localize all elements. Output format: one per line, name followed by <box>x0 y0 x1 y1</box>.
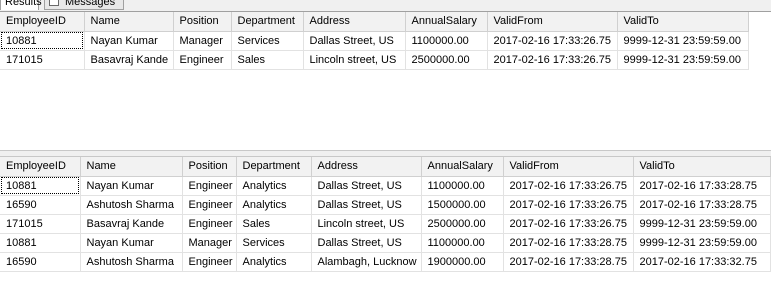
tab-messages[interactable]: Messages <box>44 0 124 10</box>
table-cell[interactable]: Analytics <box>236 195 312 215</box>
table-cell[interactable]: Engineer <box>182 252 237 272</box>
messages-icon <box>49 0 59 6</box>
column-header[interactable]: ValidTo <box>633 157 771 177</box>
table-cell[interactable]: Dallas Street, US <box>311 195 422 215</box>
table-row[interactable]: 171015 Basavraj Kande Engineer Sales Lincoln… <box>0 50 749 70</box>
column-header[interactable]: Name <box>84 12 174 32</box>
table-cell[interactable]: 2017-02-16 17:33:26.75 <box>487 50 618 70</box>
table-cell[interactable]: 2500000.00 <box>421 214 504 234</box>
tab-results-label: Results <box>5 0 42 8</box>
results-grid-2: EmployeeID Name Position Department Address A… <box>0 157 771 272</box>
column-header[interactable]: ValidFrom <box>487 12 618 32</box>
table-row[interactable]: 10881 Nayan Kumar Manager Services Dallas St… <box>0 31 749 51</box>
table-cell[interactable]: 2017-02-16 17:33:26.75 <box>487 31 618 51</box>
column-header[interactable]: Position <box>173 12 232 32</box>
table-cell[interactable]: 9999-12-31 23:59:59.00 <box>617 50 749 70</box>
table-cell[interactable]: 171015 <box>0 50 85 70</box>
table-cell[interactable]: 171015 <box>0 214 81 234</box>
table-cell[interactable]: Analytics <box>236 252 312 272</box>
tab-messages-label: Messages <box>65 0 116 8</box>
table-cell[interactable]: 2017-02-16 17:33:32.75 <box>633 252 771 272</box>
table-cell[interactable]: 1100000.00 <box>405 31 488 51</box>
table-cell[interactable]: Nayan Kumar <box>80 176 183 196</box>
table-cell[interactable]: 1900000.00 <box>421 252 504 272</box>
table-row[interactable]: 10881 Nayan Kumar Manager Services Dallas St… <box>0 233 771 253</box>
table-cell[interactable]: 1100000.00 <box>421 233 504 253</box>
table-cell[interactable]: 10881 <box>0 176 81 196</box>
table-cell[interactable]: Engineer <box>182 195 237 215</box>
table-cell[interactable]: Engineer <box>173 50 232 70</box>
results-grid-1: EmployeeID Name Position Department Address A… <box>0 12 749 70</box>
table-cell[interactable]: 2017-02-16 17:33:26.75 <box>503 195 634 215</box>
column-header[interactable]: EmployeeID <box>0 157 81 177</box>
table-cell[interactable]: Ashutosh Sharma <box>80 252 183 272</box>
table-cell[interactable]: 9999-12-31 23:59:59.00 <box>633 214 771 234</box>
table-cell[interactable]: Analytics <box>236 176 312 196</box>
column-header[interactable]: Position <box>182 157 237 177</box>
column-header[interactable]: Name <box>80 157 183 177</box>
table-cell[interactable]: 2017-02-16 17:33:26.75 <box>503 214 634 234</box>
column-header[interactable]: Department <box>231 12 304 32</box>
results-splitter[interactable] <box>0 150 771 157</box>
table-cell[interactable]: 2017-02-16 17:33:26.75 <box>503 176 634 196</box>
table-cell[interactable]: Basavraj Kande <box>80 214 183 234</box>
table-cell[interactable]: 1500000.00 <box>421 195 504 215</box>
column-header[interactable]: Department <box>236 157 312 177</box>
table-cell[interactable]: 16590 <box>0 252 81 272</box>
table-cell[interactable]: Dallas Street, US <box>303 31 406 51</box>
table-cell[interactable]: 2017-02-16 17:33:28.75 <box>503 233 634 253</box>
grid-2-header: EmployeeID Name Position Department Address A… <box>0 157 771 177</box>
table-cell[interactable]: Services <box>231 31 304 51</box>
table-row[interactable]: 16590 Ashutosh Sharma Engineer Analytics Ala… <box>0 252 771 272</box>
table-cell[interactable]: 16590 <box>0 195 81 215</box>
column-header[interactable]: AnnualSalary <box>405 12 488 32</box>
table-cell[interactable]: 2017-02-16 17:33:28.75 <box>633 176 771 196</box>
tab-results[interactable]: Results <box>0 0 42 10</box>
table-row[interactable]: 10881 Nayan Kumar Engineer Analytics Dallas … <box>0 176 771 196</box>
table-cell[interactable]: 2017-02-16 17:33:28.75 <box>633 195 771 215</box>
table-cell[interactable]: 9999-12-31 23:59:59.00 <box>617 31 749 51</box>
table-cell[interactable]: Lincoln street, US <box>311 214 422 234</box>
table-cell[interactable]: Lincoln street, US <box>303 50 406 70</box>
table-cell[interactable]: Nayan Kumar <box>80 233 183 253</box>
table-cell[interactable]: 1100000.00 <box>421 176 504 196</box>
table-cell[interactable]: Dallas Street, US <box>311 176 422 196</box>
table-cell[interactable]: 10881 <box>0 31 85 51</box>
table-cell[interactable]: Sales <box>231 50 304 70</box>
column-header[interactable]: Address <box>311 157 422 177</box>
grid-1-header: EmployeeID Name Position Department Address A… <box>0 12 749 32</box>
column-header[interactable]: ValidTo <box>617 12 749 32</box>
table-cell[interactable]: Services <box>236 233 312 253</box>
column-header[interactable]: AnnualSalary <box>421 157 504 177</box>
table-cell[interactable]: 2500000.00 <box>405 50 488 70</box>
table-cell[interactable]: Alambagh, Lucknow <box>311 252 422 272</box>
column-header[interactable]: Address <box>303 12 406 32</box>
results-tabstrip: Results Messages <box>0 0 771 12</box>
table-cell[interactable]: Ashutosh Sharma <box>80 195 183 215</box>
table-cell[interactable]: 10881 <box>0 233 81 253</box>
table-cell[interactable]: Sales <box>236 214 312 234</box>
table-cell[interactable]: Nayan Kumar <box>84 31 174 51</box>
table-row[interactable]: 16590 Ashutosh Sharma Engineer Analytics Dal… <box>0 195 771 215</box>
table-cell[interactable]: Manager <box>173 31 232 51</box>
table-cell[interactable]: 2017-02-16 17:33:28.75 <box>503 252 634 272</box>
table-cell[interactable]: 9999-12-31 23:59:59.00 <box>633 233 771 253</box>
column-header[interactable]: EmployeeID <box>0 12 85 32</box>
table-cell[interactable]: Dallas Street, US <box>311 233 422 253</box>
table-cell[interactable]: Engineer <box>182 214 237 234</box>
table-cell[interactable]: Engineer <box>182 176 237 196</box>
table-cell[interactable]: Basavraj Kande <box>84 50 174 70</box>
column-header[interactable]: ValidFrom <box>503 157 634 177</box>
table-cell[interactable]: Manager <box>182 233 237 253</box>
table-row[interactable]: 171015 Basavraj Kande Engineer Sales Lincoln… <box>0 214 771 234</box>
